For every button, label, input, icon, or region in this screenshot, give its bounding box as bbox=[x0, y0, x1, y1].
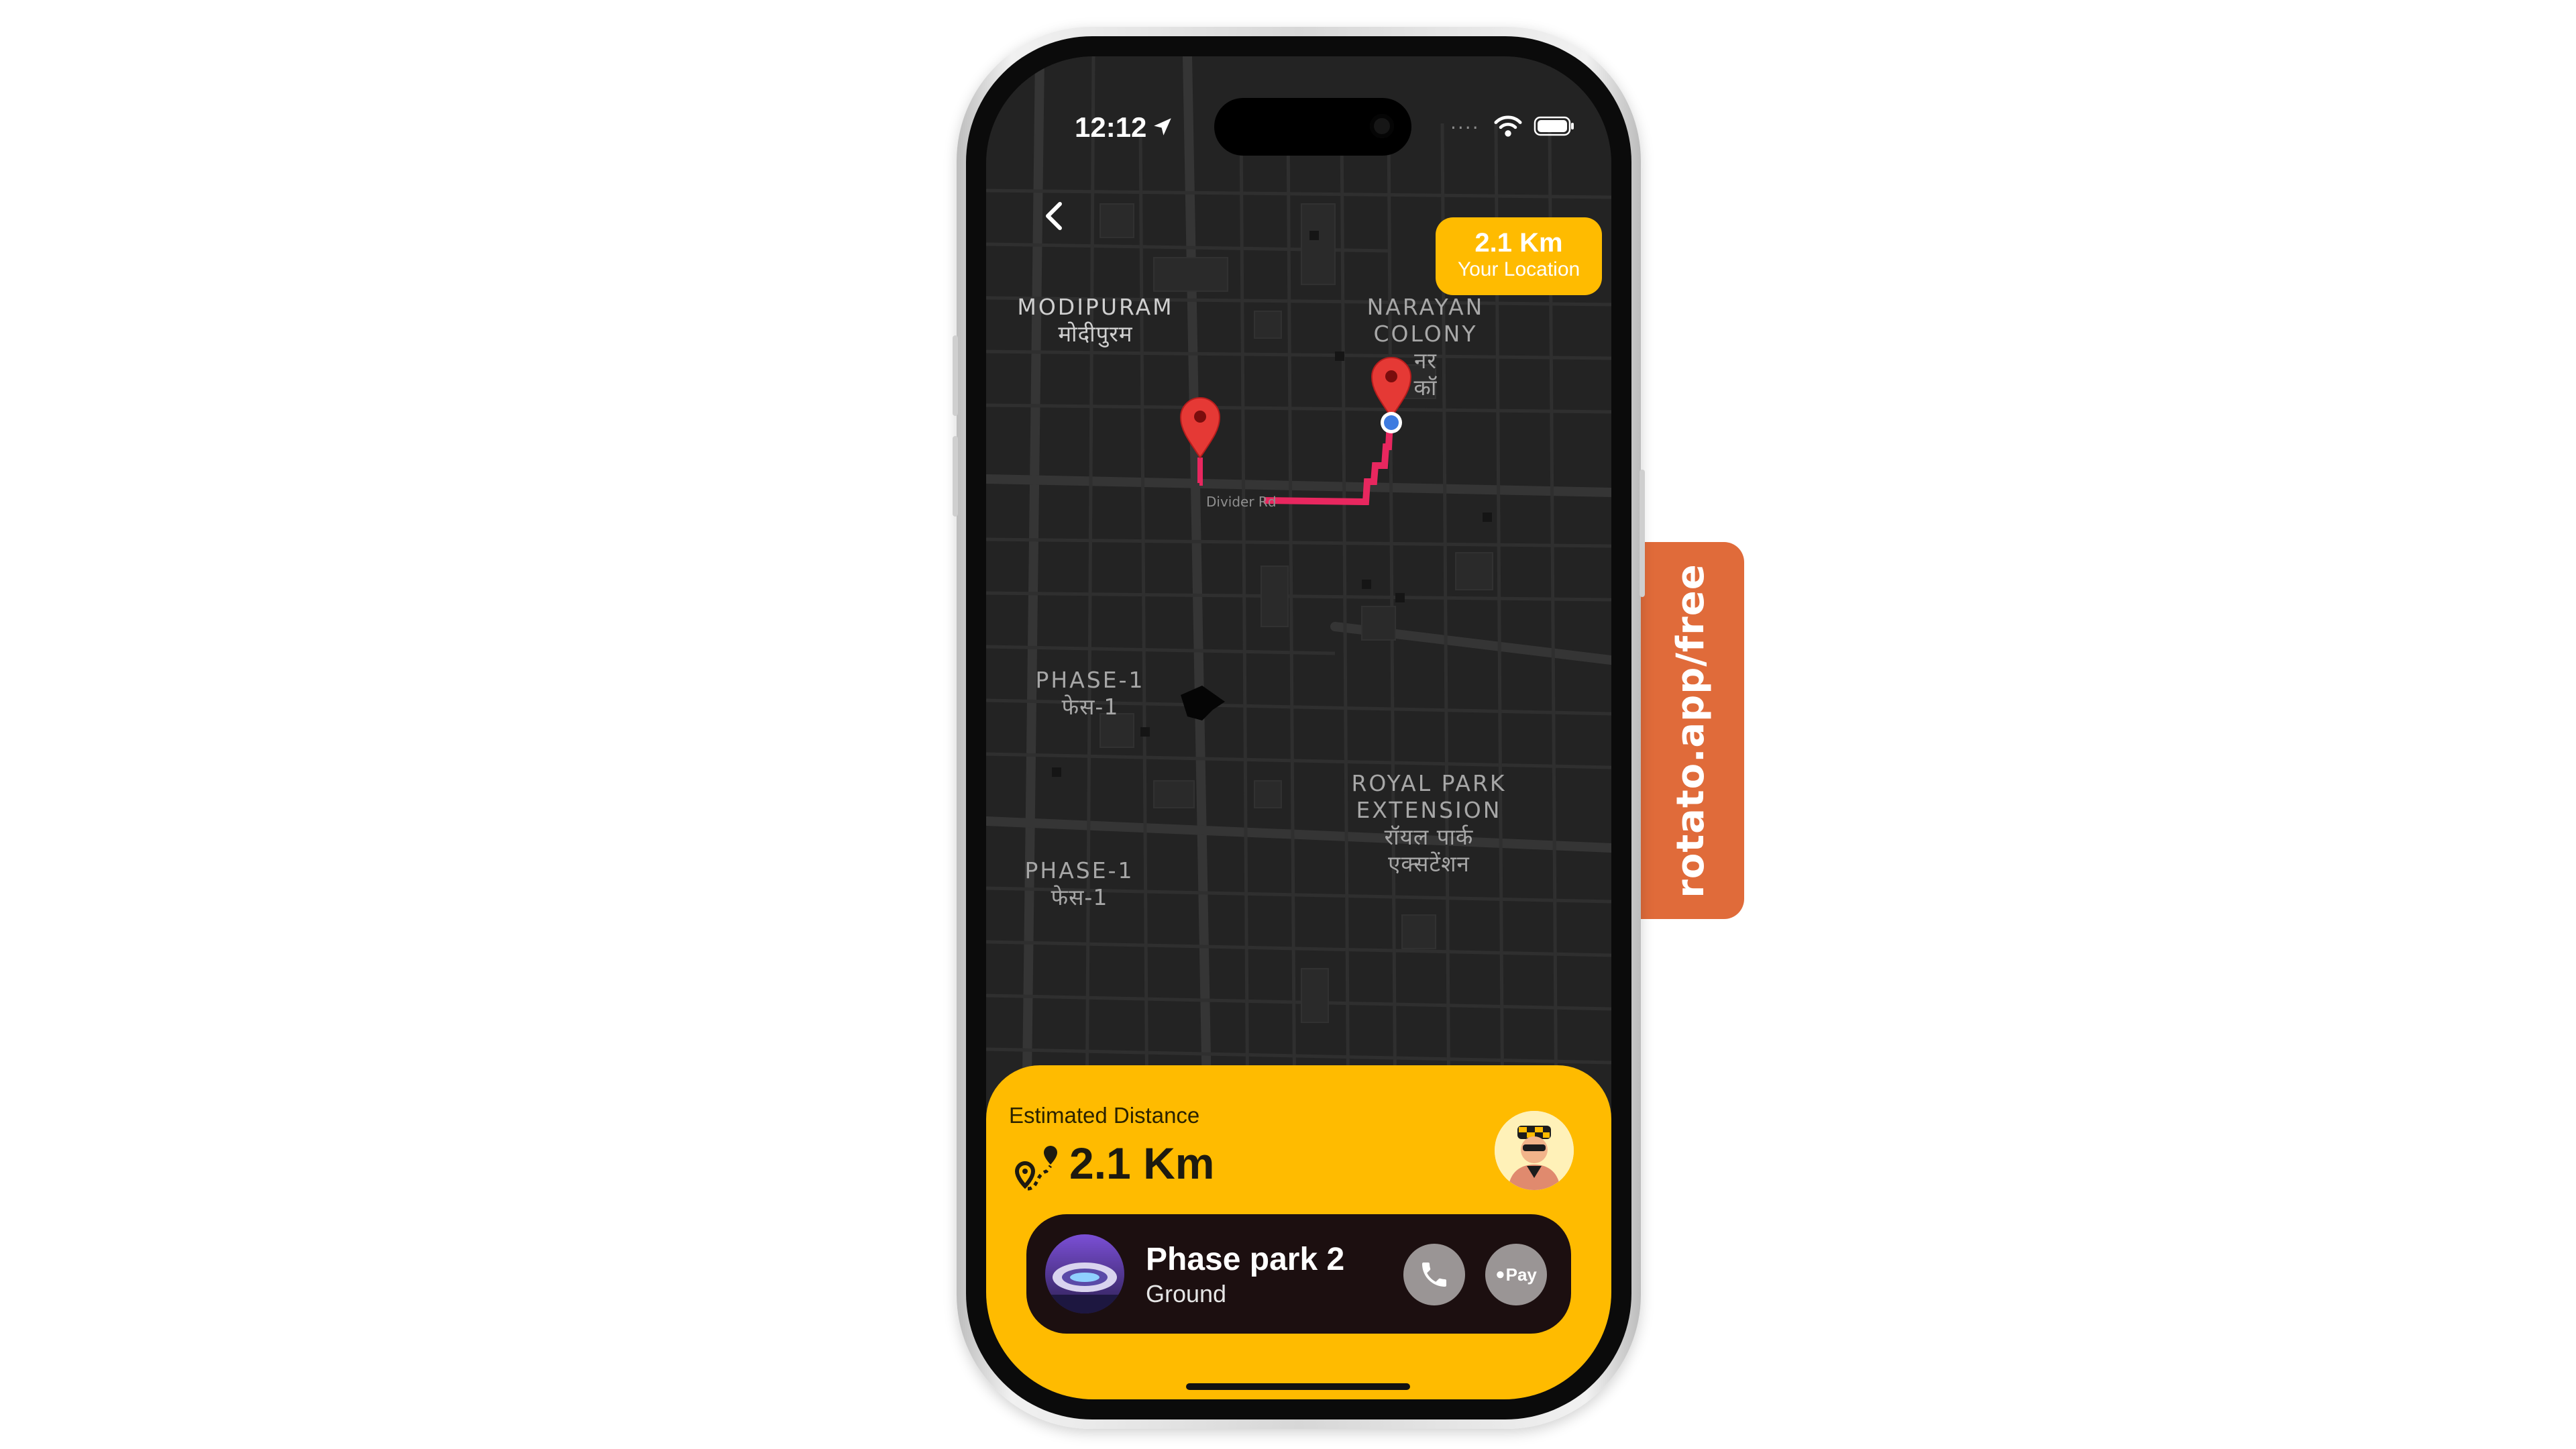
wifi-icon bbox=[1494, 115, 1522, 137]
signal-dots-icon: ···· bbox=[1450, 117, 1480, 139]
status-time: 12:12 bbox=[1075, 111, 1147, 143]
volume-down-button bbox=[953, 436, 958, 517]
call-button[interactable] bbox=[1403, 1244, 1465, 1305]
volume-up-button bbox=[953, 335, 958, 416]
promo-tab[interactable]: rotato.app/free bbox=[1637, 542, 1744, 919]
chevron-left-icon bbox=[1046, 202, 1062, 230]
screen: MODIPURAM मोदीपुरम NARAYAN COLONY नर कॉ … bbox=[986, 56, 1611, 1399]
map-label-phase-1-north: PHASE-1 फेस-1 bbox=[1035, 667, 1145, 720]
map-label-royal-park-extension: ROYAL PARK EXTENSION रॉयल पार्क एक्सटेंश… bbox=[1351, 770, 1507, 877]
apple-logo-icon: ● bbox=[1495, 1265, 1505, 1283]
power-button bbox=[1640, 470, 1645, 597]
phone-icon bbox=[1422, 1263, 1446, 1287]
callout-label: Your Location bbox=[1457, 258, 1580, 280]
stadium-image-icon bbox=[1045, 1234, 1124, 1313]
battery-icon bbox=[1534, 116, 1574, 136]
place-avatar bbox=[1045, 1234, 1124, 1313]
bottom-sheet: Estimated Distance 2.1 Km Phase park 2 G… bbox=[986, 1065, 1611, 1399]
promo-text: rotato.app/free bbox=[1668, 563, 1713, 898]
front-camera bbox=[1370, 114, 1394, 138]
estimated-distance-label: Estimated Distance bbox=[1009, 1103, 1200, 1128]
estimated-distance-value: 2.1 Km bbox=[1069, 1138, 1215, 1188]
stage: rotato.app/free MODIPURAM मोदीपुरम NARAY… bbox=[0, 0, 2576, 1449]
driver-avatar[interactable] bbox=[1495, 1111, 1574, 1190]
map-label-modipuram: MODIPURAM मोदीपुरम bbox=[1017, 294, 1174, 347]
place-subtitle: Ground bbox=[1146, 1280, 1227, 1307]
dynamic-island bbox=[1214, 98, 1411, 156]
map-label-narayan-colony: NARAYAN COLONY नर कॉ bbox=[1366, 294, 1485, 400]
location-arrow-icon bbox=[1154, 118, 1171, 136]
distance-callout: 2.1 Km Your Location bbox=[1436, 217, 1602, 295]
taxi-driver-icon bbox=[1495, 1111, 1574, 1190]
home-indicator[interactable] bbox=[1186, 1383, 1410, 1390]
map-label-phase-1-south: PHASE-1 फेस-1 bbox=[1024, 857, 1134, 910]
road-label-divider-rd: Divider Rd bbox=[1206, 494, 1277, 510]
back-button[interactable] bbox=[1026, 189, 1080, 243]
apple-pay-button[interactable]: ● Pay bbox=[1485, 1244, 1547, 1305]
callout-distance: 2.1 Km bbox=[1474, 228, 1563, 258]
place-card[interactable]: Phase park 2 Ground ● Pay bbox=[1026, 1214, 1571, 1334]
route-distance-icon bbox=[1014, 1146, 1057, 1191]
place-name: Phase park 2 bbox=[1146, 1242, 1345, 1277]
phone-frame: MODIPURAM मोदीपुरम NARAYAN COLONY नर कॉ … bbox=[953, 27, 1645, 1429]
pay-label: Pay bbox=[1505, 1264, 1537, 1285]
user-location-dot bbox=[1381, 412, 1402, 433]
